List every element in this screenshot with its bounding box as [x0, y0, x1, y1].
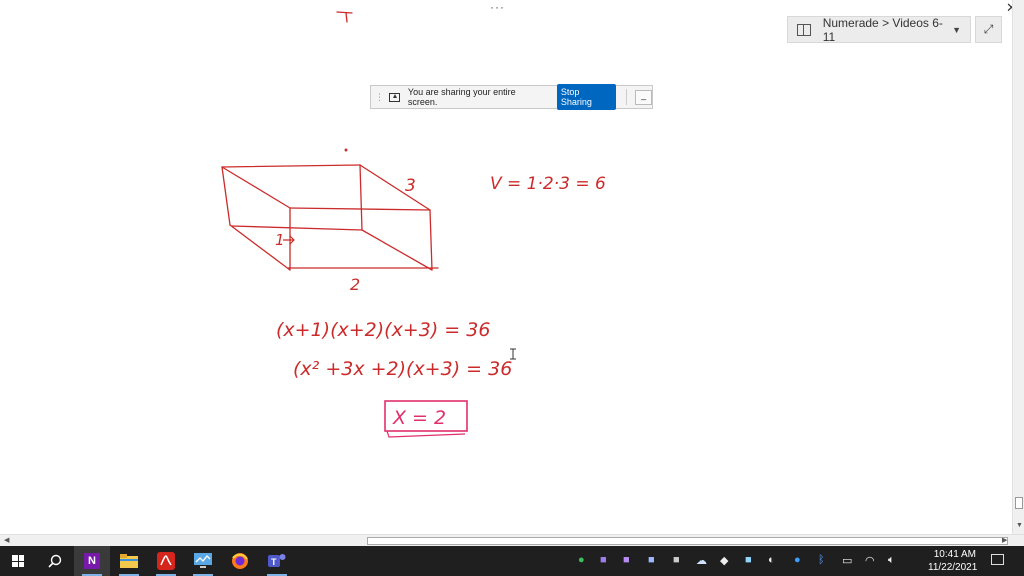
onenote-logo: N [84, 553, 100, 569]
taskbar: N T ● ■ ■ ■ ■ ☁ ◆ ■ ◐ ● ᛒ ▭ ◠ 🔈︎ 10:41 A… [0, 546, 1024, 576]
horizontal-scroll-thumb[interactable] [367, 537, 1008, 545]
app-icon[interactable]: ■ [673, 554, 680, 566]
width-label: 2 [350, 275, 360, 294]
battery-icon[interactable]: ▭ [842, 554, 852, 567]
onenote-canvas[interactable]: ··· ✕ 3 1 2 V = 1·2·3 = 6 (x+1)(x+2)(x+3… [0, 0, 1012, 534]
answer-text: X = 2 [392, 407, 446, 429]
book-icon [797, 23, 811, 36]
notification-icon[interactable] [991, 554, 1004, 565]
search-icon[interactable] [37, 546, 73, 576]
firefox-icon[interactable] [222, 546, 258, 576]
clock[interactable]: 10:41 AM 11/22/2021 [928, 548, 978, 574]
share-screen-icon [389, 92, 400, 102]
task-manager-icon[interactable] [185, 546, 221, 576]
height-arrow [283, 235, 295, 245]
vertical-scroll-thumb[interactable] [1015, 497, 1023, 509]
screen-share-bar: ⋮ You are sharing your entire screen. St… [370, 84, 653, 110]
chat-icon[interactable]: ◐ [768, 554, 775, 566]
minimize-button[interactable]: _ [635, 89, 653, 105]
svg-text:T: T [271, 557, 277, 567]
equation-2: (x² +3x +2)(x+3) = 36 [293, 358, 512, 380]
chevron-down-icon[interactable]: ▼ [952, 25, 961, 35]
bluetooth-icon[interactable]: ᛒ [818, 554, 825, 566]
security-icon[interactable]: ◆ [720, 554, 728, 567]
scroll-right-icon[interactable]: ▶ [1002, 536, 1007, 544]
app-icon[interactable]: ■ [600, 554, 607, 566]
share-message: You are sharing your entire screen. [407, 87, 516, 107]
handwriting-ink: 3 1 2 V = 1·2·3 = 6 (x+1)(x+2)(x+3) = 36… [221, 11, 606, 438]
chat-icon[interactable]: ■ [745, 554, 752, 566]
stop-sharing-button[interactable]: Stop Sharing [556, 84, 617, 110]
vertical-scrollbar[interactable]: ▼ [1012, 0, 1024, 534]
expand-button[interactable]: ⤢ [975, 16, 1002, 43]
teams-icon[interactable]: T [259, 546, 295, 576]
mic-icon[interactable]: ■ [623, 554, 630, 566]
scroll-down-icon[interactable]: ▼ [1016, 522, 1023, 529]
horizontal-scrollbar[interactable]: ◀ ▶ [0, 534, 1024, 546]
divider [626, 89, 628, 105]
box-sketch [221, 11, 439, 271]
volume-icon[interactable]: 🔈︎ [888, 554, 895, 567]
start-icon[interactable] [0, 546, 36, 576]
volume-equation: V = 1·2·3 = 6 [490, 174, 606, 194]
scroll-left-icon[interactable]: ◀ [4, 536, 9, 544]
sync-icon[interactable]: ● [578, 554, 585, 566]
clock-date: 11/22/2021 [928, 562, 978, 573]
depth-label: 3 [405, 176, 416, 196]
notebook-breadcrumb[interactable]: Numerade > Videos 6-11 ▼ [787, 15, 971, 44]
file-explorer-icon[interactable] [111, 546, 147, 576]
acrobat-icon[interactable] [148, 546, 184, 576]
onenote-icon[interactable]: N [74, 546, 110, 576]
app-icon[interactable]: ■ [648, 554, 655, 566]
skype-icon[interactable]: ● [794, 554, 801, 566]
onedrive-icon[interactable]: ☁ [696, 554, 707, 567]
drag-handle-icon[interactable]: ⋮ [375, 93, 384, 102]
clock-time: 10:41 AM [933, 549, 976, 560]
breadcrumb-label: Numerade > Videos 6-11 [822, 15, 943, 44]
expand-icon: ⤢ [983, 22, 994, 36]
wifi-icon[interactable]: ◠ [865, 554, 875, 567]
equation-1: (x+1)(x+2)(x+3) = 36 [276, 319, 490, 341]
